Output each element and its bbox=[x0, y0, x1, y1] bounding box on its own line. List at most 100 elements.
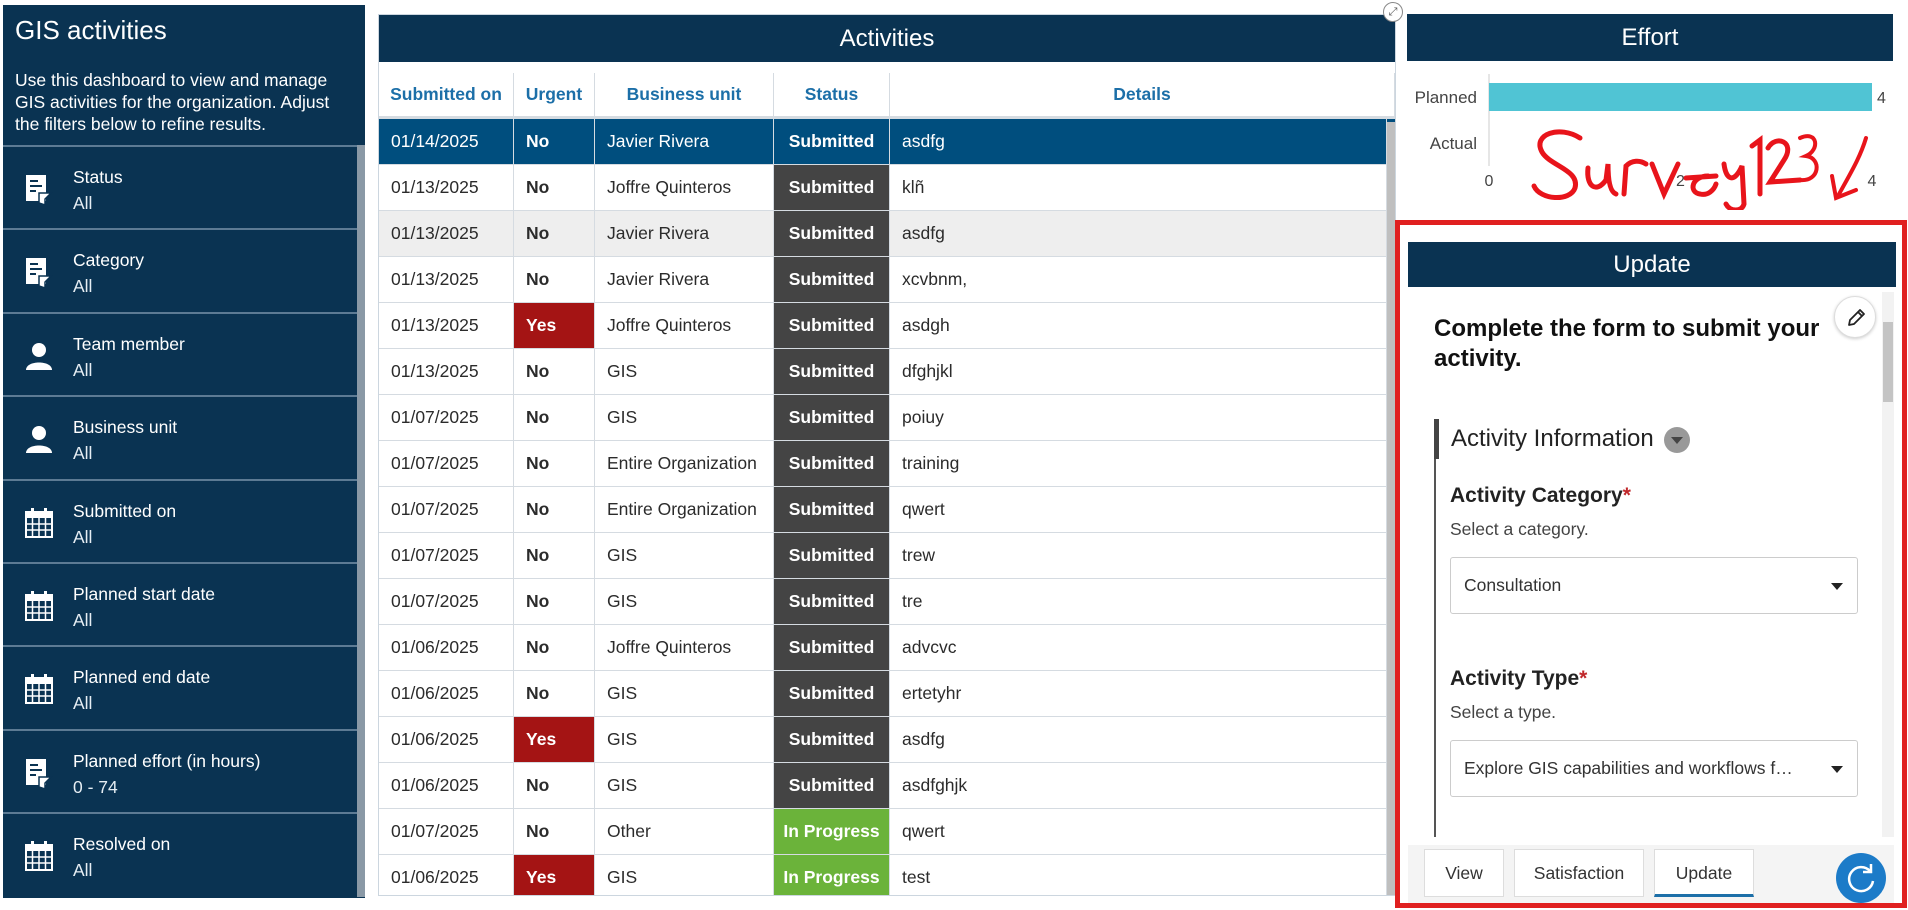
pencil-icon bbox=[1848, 309, 1865, 326]
filter-planned-end-date[interactable]: Planned end date All bbox=[3, 645, 357, 728]
refresh-button[interactable] bbox=[1836, 853, 1886, 903]
cell-urgent: No bbox=[514, 625, 595, 670]
cell-business-unit: GIS bbox=[595, 395, 774, 440]
cell-submitted-on: 01/07/2025 bbox=[379, 579, 514, 624]
column-header-business-unit[interactable]: Business unit bbox=[595, 73, 774, 116]
filter-list-icon bbox=[26, 758, 53, 789]
cell-details: asdfg bbox=[890, 119, 1387, 164]
filter-name: Planned start date bbox=[73, 583, 216, 604]
filter-value: All bbox=[73, 860, 93, 881]
cell-urgent: No bbox=[514, 671, 595, 716]
table-row[interactable]: 01/07/2025 No GIS Submitted poiuy bbox=[379, 395, 1395, 441]
filter-submitted-on[interactable]: Submitted on All bbox=[3, 478, 357, 562]
cell-business-unit: Javier Rivera bbox=[595, 211, 774, 256]
cell-submitted-on: 01/14/2025 bbox=[379, 119, 514, 164]
cell-urgent: No bbox=[514, 533, 595, 578]
activity-type-hint: Select a type. bbox=[1450, 702, 1557, 722]
table-row[interactable]: 01/07/2025 No GIS Submitted trew bbox=[379, 533, 1395, 579]
table-row[interactable]: 01/07/2025 No Entire Organization Submitted… bbox=[379, 441, 1395, 487]
bar-planned bbox=[1489, 83, 1872, 111]
column-header-submitted-on[interactable]: Submitted on bbox=[379, 73, 514, 116]
cell-submitted-on: 01/13/2025 bbox=[379, 165, 514, 210]
sidebar-scrollbar[interactable] bbox=[357, 145, 365, 897]
table-scrollbar[interactable] bbox=[1387, 122, 1395, 895]
cell-business-unit: Joffre Quinteros bbox=[595, 625, 774, 670]
category-label-actual: Actual bbox=[1430, 134, 1477, 153]
column-header-urgent[interactable]: Urgent bbox=[514, 73, 595, 116]
cell-submitted-on: 01/07/2025 bbox=[379, 441, 514, 486]
column-header-status[interactable]: Status bbox=[774, 73, 890, 116]
table-row[interactable]: 01/06/2025 Yes GIS Submitted asdfg bbox=[379, 717, 1395, 763]
table-row[interactable]: 01/07/2025 No Entire Organization Submitted… bbox=[379, 487, 1395, 533]
cell-business-unit: Javier Rivera bbox=[595, 257, 774, 302]
cell-status: Submitted bbox=[774, 625, 890, 670]
filter-value: All bbox=[73, 443, 93, 464]
filter-list-icon bbox=[26, 258, 53, 289]
cell-urgent: No bbox=[514, 487, 595, 532]
tab-satisfaction[interactable]: Satisfaction bbox=[1514, 849, 1644, 897]
activity-category-hint: Select a category. bbox=[1450, 519, 1589, 539]
table-row[interactable]: 01/13/2025 Yes Joffre Quinteros Submitted as… bbox=[379, 303, 1395, 349]
tab-view[interactable]: View bbox=[1424, 849, 1504, 897]
filter-name: Status bbox=[73, 167, 123, 187]
filter-value: All bbox=[73, 359, 93, 380]
filter-team-member[interactable]: Team member All bbox=[3, 311, 357, 395]
section-activity-information[interactable]: Activity Information bbox=[1434, 419, 1874, 459]
filter-value: All bbox=[73, 609, 93, 630]
filter-resolved-on[interactable]: Resolved on All bbox=[3, 812, 357, 895]
cell-urgent: No bbox=[514, 211, 595, 256]
table-row[interactable]: 01/07/2025 No GIS Submitted tre bbox=[379, 579, 1395, 625]
cell-submitted-on: 01/13/2025 bbox=[379, 303, 514, 348]
activity-category-select[interactable]: Consultation bbox=[1450, 557, 1858, 614]
cell-status: Submitted bbox=[774, 349, 890, 394]
cell-status: Submitted bbox=[774, 671, 890, 716]
form-scrollbar[interactable] bbox=[1882, 292, 1894, 837]
filter-planned-start-date[interactable]: Planned start date All bbox=[3, 561, 357, 645]
cell-status: Submitted bbox=[774, 717, 890, 762]
filter-name: Business unit bbox=[73, 417, 178, 438]
filter-status[interactable]: Status All bbox=[3, 145, 357, 228]
cell-status: In Progress bbox=[774, 855, 890, 895]
filter-value: All bbox=[73, 526, 93, 547]
filter-value: All bbox=[73, 276, 93, 297]
section-title: Activity Information bbox=[1451, 425, 1654, 452]
cell-urgent: No bbox=[514, 763, 595, 808]
table-row[interactable]: 01/06/2025 No GIS Submitted ertetyhr bbox=[379, 671, 1395, 717]
cell-business-unit: Other bbox=[595, 809, 774, 854]
table-row[interactable]: 01/06/2025 No GIS Submitted asdfghjk bbox=[379, 763, 1395, 809]
table-header-row: Submitted on Urgent Business unit Status… bbox=[379, 73, 1395, 119]
table-row[interactable]: 01/13/2025 No Javier Rivera Submitted xcvbnm… bbox=[379, 257, 1395, 303]
cell-submitted-on: 01/13/2025 bbox=[379, 211, 514, 256]
activity-type-select[interactable]: Explore GIS capabilities and workflows f… bbox=[1450, 740, 1858, 797]
form-scrollbar-thumb[interactable] bbox=[1883, 322, 1893, 402]
cell-status: Submitted bbox=[774, 763, 890, 808]
cell-business-unit: Javier Rivera bbox=[595, 119, 774, 164]
collapse-chevron-icon[interactable] bbox=[1663, 426, 1690, 453]
table-row[interactable]: 01/13/2025 No Joffre Quinteros Submitted klñ bbox=[379, 165, 1395, 211]
filter-value: All bbox=[73, 193, 93, 213]
column-header-details[interactable]: Details bbox=[890, 73, 1395, 116]
table-row[interactable]: 01/13/2025 No GIS Submitted dfghjkl bbox=[379, 349, 1395, 395]
cell-urgent: No bbox=[514, 165, 595, 210]
tab-update[interactable]: Update bbox=[1654, 849, 1754, 897]
cell-submitted-on: 01/06/2025 bbox=[379, 625, 514, 670]
cell-business-unit: GIS bbox=[595, 579, 774, 624]
cell-business-unit: GIS bbox=[595, 533, 774, 578]
expand-icon[interactable]: ⤢ bbox=[1383, 2, 1403, 22]
table-row[interactable]: 01/14/2025 No Javier Rivera Submitted asdfg bbox=[379, 119, 1395, 165]
filter-business-unit[interactable]: Business unit All bbox=[3, 395, 357, 478]
table-row[interactable]: 01/06/2025 No Joffre Quinteros Submitted adv… bbox=[379, 625, 1395, 671]
table-row[interactable]: 01/06/2025 Yes GIS In Progress test bbox=[379, 855, 1395, 895]
x-tick-label: 0 bbox=[1485, 173, 1494, 190]
table-row[interactable]: 01/13/2025 No Javier Rivera Submitted asdfg bbox=[379, 211, 1395, 257]
calendar-icon bbox=[25, 507, 53, 538]
activity-type-label: Activity Type* bbox=[1450, 667, 1588, 690]
filter-planned-effort-in-hours[interactable]: Planned effort (in hours) 0 - 74 bbox=[3, 728, 357, 812]
edit-button[interactable] bbox=[1834, 296, 1876, 338]
filter-category[interactable]: Category All bbox=[3, 228, 357, 311]
cell-status: Submitted bbox=[774, 533, 890, 578]
table-row[interactable]: 01/07/2025 No Other In Progress qwert bbox=[379, 809, 1395, 855]
widget-tabs: View Satisfaction Update bbox=[1408, 845, 1894, 903]
cell-details: ertetyhr bbox=[890, 671, 1387, 716]
cell-details: qwert bbox=[890, 487, 1387, 532]
